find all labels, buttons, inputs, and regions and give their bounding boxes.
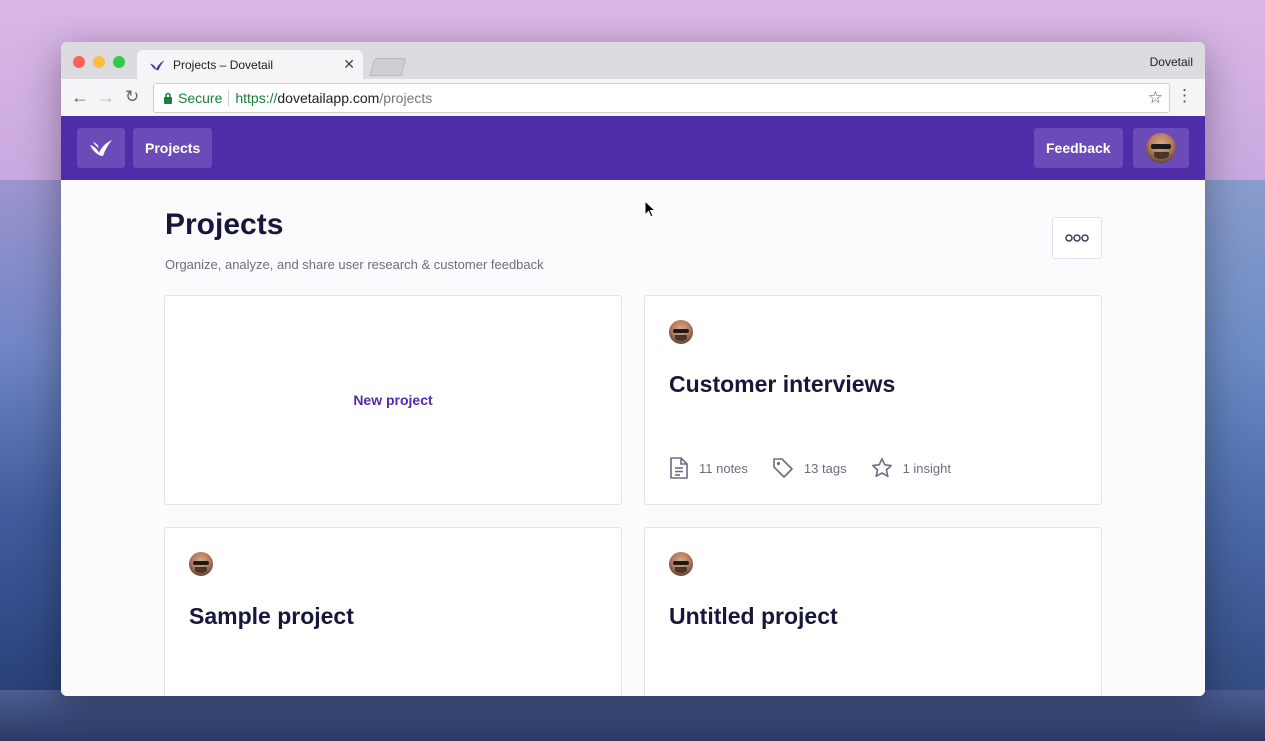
browser-window: Projects – Dovetail ✕ Dovetail ← → ↻ Sec… [61, 42, 1205, 696]
dovetail-logo-icon [90, 140, 112, 156]
notes-count: 11 notes [699, 460, 748, 476]
address-bar[interactable]: Secure https:// dovetailapp.com /project… [153, 83, 1170, 113]
app-header: Projects Feedback [61, 116, 1205, 180]
address-separator [228, 90, 230, 106]
user-menu-button[interactable] [1133, 128, 1189, 168]
tab-close-icon[interactable]: ✕ [343, 56, 355, 73]
forward-arrow-icon[interactable]: → [97, 87, 115, 107]
notes-stat: 11 notes [669, 456, 748, 480]
user-avatar [1146, 133, 1176, 163]
window-profile-label: Dovetail [1149, 55, 1193, 69]
mouse-cursor-icon [644, 200, 656, 218]
owner-avatar [669, 552, 693, 576]
more-options-button[interactable] [1052, 217, 1102, 259]
new-project-label: New project [353, 392, 433, 408]
projects-nav-button[interactable]: Projects [133, 128, 213, 168]
back-arrow-icon[interactable]: ← [71, 87, 89, 107]
browser-menu-icon[interactable]: ⋮ [1176, 87, 1193, 105]
browser-toolbar: ← → ↻ Secure https:// dovetailapp.com /p… [61, 79, 1205, 117]
page-subtitle: Organize, analyze, and share user resear… [165, 257, 544, 272]
insights-count: 1 insight [902, 460, 951, 476]
project-title: Sample project [189, 603, 354, 629]
project-card[interactable]: Sample project [164, 527, 622, 696]
main-content: Projects Organize, analyze, and share us… [61, 180, 1205, 696]
owner-avatar [669, 320, 693, 344]
document-icon [670, 457, 688, 479]
project-stats: 11 notes 13 tags 1 insight [669, 456, 975, 480]
page-title: Projects [165, 208, 284, 241]
insights-stat: 1 insight [871, 457, 951, 479]
minimize-window-button[interactable] [93, 56, 105, 68]
desktop-wallpaper-right [1195, 180, 1265, 741]
secure-label: Secure [178, 90, 223, 106]
ellipsis-icon [1065, 234, 1089, 242]
url-host: dovetailapp.com [277, 90, 380, 106]
project-title: Untitled project [669, 603, 838, 629]
reload-icon[interactable]: ↻ [125, 87, 139, 107]
url-scheme: https:// [235, 90, 278, 106]
close-window-button[interactable] [73, 56, 85, 68]
project-card[interactable]: Untitled project [644, 527, 1102, 696]
home-logo-button[interactable] [77, 128, 125, 168]
tags-count: 13 tags [803, 460, 847, 476]
feedback-button[interactable]: Feedback [1034, 128, 1123, 168]
browser-titlebar: Projects – Dovetail ✕ Dovetail [61, 42, 1205, 79]
url-path: /projects [379, 90, 433, 106]
star-icon [871, 458, 892, 478]
new-project-card[interactable]: New project [164, 295, 622, 505]
zoom-window-button[interactable] [113, 56, 125, 68]
project-title: Customer interviews [669, 371, 896, 397]
lock-icon [164, 92, 172, 104]
tags-stat: 13 tags [772, 457, 847, 479]
browser-tab[interactable]: Projects – Dovetail ✕ [137, 50, 363, 79]
dovetail-favicon-icon [150, 59, 165, 70]
desktop-wallpaper-bottom [0, 690, 1265, 741]
tag-icon [773, 458, 793, 478]
tab-title: Projects – Dovetail [173, 57, 274, 72]
owner-avatar [189, 552, 213, 576]
new-tab-button[interactable] [369, 58, 407, 76]
bookmark-star-icon[interactable]: ☆ [1148, 88, 1163, 108]
project-card[interactable]: Customer interviews 11 notes 13 tags 1 i… [644, 295, 1102, 505]
